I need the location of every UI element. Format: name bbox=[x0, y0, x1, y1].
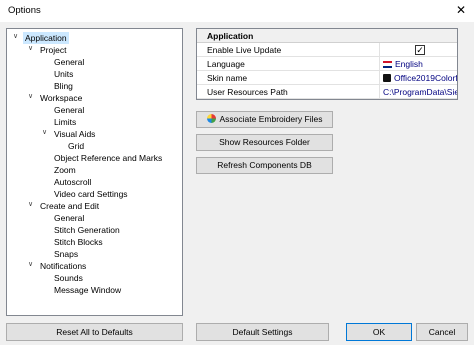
collapse-create-edit-icon[interactable] bbox=[26, 200, 35, 212]
tree-item-create-general[interactable]: General bbox=[54, 212, 84, 224]
tree-item-snaps[interactable]: Snaps bbox=[54, 248, 78, 260]
tree-item-grid[interactable]: Grid bbox=[68, 140, 84, 152]
property-value[interactable]: C:\ProgramData\Sier bbox=[379, 85, 457, 99]
tree-item-limits[interactable]: Limits bbox=[54, 116, 76, 128]
property-group-header: Application bbox=[197, 29, 457, 43]
property-value[interactable]: English bbox=[379, 57, 457, 71]
close-icon[interactable]: ✕ bbox=[456, 3, 466, 17]
tree-item-units[interactable]: Units bbox=[54, 68, 73, 80]
show-resources-button[interactable]: Show Resources Folder bbox=[196, 134, 333, 151]
window-title: Options bbox=[8, 5, 41, 16]
tree-item-workspace-general[interactable]: General bbox=[54, 104, 84, 116]
collapse-project-icon[interactable] bbox=[26, 44, 35, 56]
property-value[interactable]: Office2019Colorf bbox=[379, 71, 458, 85]
tree-item-create-edit[interactable]: Create and Edit bbox=[40, 200, 99, 212]
tree-item-application[interactable]: Application bbox=[23, 32, 69, 44]
collapse-visual-aids-icon[interactable] bbox=[40, 128, 49, 140]
property-label: Skin name bbox=[207, 73, 248, 83]
associate-files-label: Associate Embroidery Files bbox=[219, 114, 323, 124]
collapse-application-icon[interactable] bbox=[11, 32, 20, 44]
tree-item-workspace[interactable]: Workspace bbox=[40, 92, 82, 104]
uk-flag-icon bbox=[383, 61, 392, 68]
tree-item-stitch-blocks[interactable]: Stitch Blocks bbox=[54, 236, 103, 248]
language-value: English bbox=[395, 59, 423, 69]
tree-item-message-window[interactable]: Message Window bbox=[54, 284, 121, 296]
cancel-button[interactable]: Cancel bbox=[416, 323, 468, 341]
property-label: Enable Live Update bbox=[207, 45, 282, 55]
tree-item-bling[interactable]: Bling bbox=[54, 80, 73, 92]
default-settings-button[interactable]: Default Settings bbox=[196, 323, 329, 341]
refresh-components-button[interactable]: Refresh Components DB bbox=[196, 157, 333, 174]
tree-item-visual-aids[interactable]: Visual Aids bbox=[54, 128, 95, 140]
title-bar: Options ✕ bbox=[0, 0, 474, 22]
property-value[interactable]: ✓ bbox=[379, 43, 457, 57]
associate-files-button[interactable]: Associate Embroidery Files bbox=[196, 111, 333, 128]
live-update-checkbox[interactable]: ✓ bbox=[415, 45, 425, 55]
tree-item-sounds[interactable]: Sounds bbox=[54, 272, 83, 284]
property-row-resources-path[interactable]: User Resources Path C:\ProgramData\Sier bbox=[197, 85, 457, 99]
property-row-skin[interactable]: Skin name Office2019Colorf bbox=[197, 71, 457, 85]
tree-item-zoom[interactable]: Zoom bbox=[54, 164, 76, 176]
tree-item-autoscroll[interactable]: Autoscroll bbox=[54, 176, 91, 188]
skin-icon bbox=[383, 74, 391, 82]
tree-item-notifications[interactable]: Notifications bbox=[40, 260, 86, 272]
options-tree[interactable]: Application Project General Units Bling … bbox=[6, 28, 183, 316]
collapse-notifications-icon[interactable] bbox=[26, 260, 35, 272]
property-row-language[interactable]: Language English bbox=[197, 57, 457, 71]
tree-item-project-general[interactable]: General bbox=[54, 56, 84, 68]
ok-button[interactable]: OK bbox=[346, 323, 412, 341]
property-label: User Resources Path bbox=[207, 87, 288, 97]
reset-defaults-button[interactable]: Reset All to Defaults bbox=[6, 323, 183, 341]
tree-item-video-card[interactable]: Video card Settings bbox=[54, 188, 128, 200]
tree-item-project[interactable]: Project bbox=[40, 44, 66, 56]
embroidery-icon bbox=[206, 114, 216, 123]
tree-item-stitch-generation[interactable]: Stitch Generation bbox=[54, 224, 120, 236]
skin-value: Office2019Colorf bbox=[394, 73, 458, 83]
tree-item-object-reference[interactable]: Object Reference and Marks bbox=[54, 152, 162, 164]
property-row-live-update[interactable]: Enable Live Update ✓ bbox=[197, 43, 457, 57]
collapse-workspace-icon[interactable] bbox=[26, 92, 35, 104]
property-label: Language bbox=[207, 59, 245, 69]
property-grid[interactable]: Application Enable Live Update ✓ Languag… bbox=[196, 28, 458, 100]
